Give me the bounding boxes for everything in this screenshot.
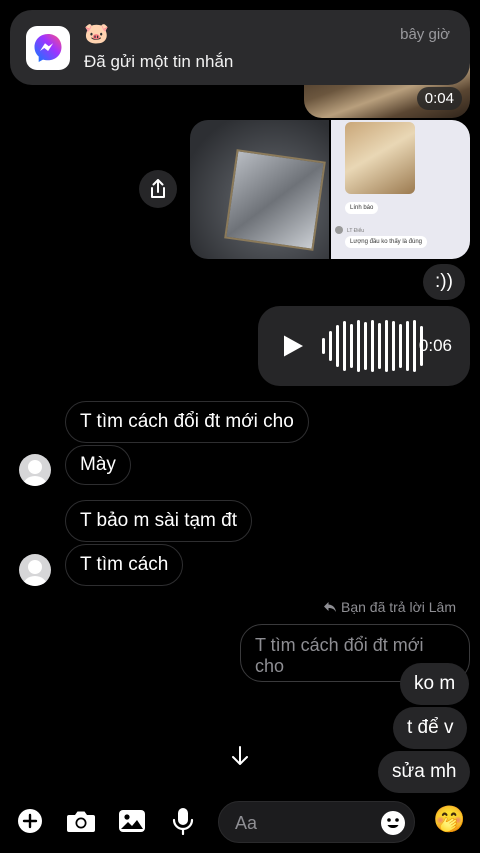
screenshot-bubble-2: Lượng đầu ko thấy là đúng bbox=[345, 236, 428, 248]
microphone-icon bbox=[172, 808, 194, 835]
avatar[interactable] bbox=[19, 554, 51, 586]
incoming-message[interactable]: T tìm cách bbox=[65, 544, 184, 586]
message-composer[interactable] bbox=[218, 801, 415, 843]
notification-banner[interactable]: 🐷 Đã gửi một tin nhắn bây giờ bbox=[10, 10, 470, 85]
reply-indicator: Bạn đã trả lời Lâm bbox=[323, 599, 456, 615]
reply-icon bbox=[323, 602, 336, 612]
sender-emoji: 🐷 bbox=[84, 23, 109, 45]
emoji-icon[interactable] bbox=[380, 810, 406, 836]
play-icon[interactable] bbox=[282, 334, 304, 358]
voice-message[interactable]: 0:06 bbox=[258, 306, 470, 386]
photo-message-2[interactable]: Lính báo LT Điểu Lượng đầu ko thấy là đú… bbox=[331, 120, 470, 259]
voice-record-button[interactable] bbox=[169, 807, 197, 835]
video-duration: 0:04 bbox=[416, 87, 462, 110]
incoming-message[interactable]: T tìm cách đổi đt mới cho bbox=[65, 401, 309, 443]
camera-button[interactable] bbox=[66, 807, 96, 835]
screenshot-sender: LT Điểu bbox=[347, 228, 365, 234]
image-icon bbox=[119, 810, 145, 832]
outgoing-message[interactable]: t để v bbox=[393, 707, 468, 749]
scroll-down-arrow-icon[interactable] bbox=[229, 745, 251, 767]
screenshot-bubble-1: Lính báo bbox=[345, 202, 379, 214]
quick-reaction-button[interactable]: 🤭 bbox=[433, 804, 465, 834]
incoming-message[interactable]: Mày bbox=[65, 445, 131, 485]
voice-duration: 0:06 bbox=[418, 336, 452, 355]
message-input[interactable] bbox=[235, 812, 375, 834]
camera-icon bbox=[67, 811, 95, 832]
avatar[interactable] bbox=[19, 454, 51, 486]
outgoing-message[interactable]: ko m bbox=[400, 663, 470, 705]
share-icon bbox=[151, 179, 165, 198]
photo-message-1[interactable] bbox=[190, 120, 329, 259]
notification-time: bây giờ bbox=[400, 26, 450, 43]
plus-icon bbox=[18, 809, 42, 833]
add-button[interactable] bbox=[16, 807, 44, 835]
outgoing-message[interactable]: sửa mh bbox=[378, 751, 471, 793]
audio-waveform bbox=[322, 320, 423, 372]
incoming-message[interactable]: T bảo m sài tạm đt bbox=[65, 500, 252, 542]
composer-bar: 🤭 bbox=[0, 795, 480, 853]
message-smiley[interactable]: :)) bbox=[423, 264, 465, 300]
notification-message: Đã gửi một tin nhắn bbox=[84, 52, 234, 71]
messenger-icon bbox=[26, 26, 70, 70]
share-button[interactable] bbox=[139, 170, 177, 208]
reply-label: Bạn đã trả lời Lâm bbox=[340, 599, 456, 615]
gallery-button[interactable] bbox=[118, 807, 146, 835]
